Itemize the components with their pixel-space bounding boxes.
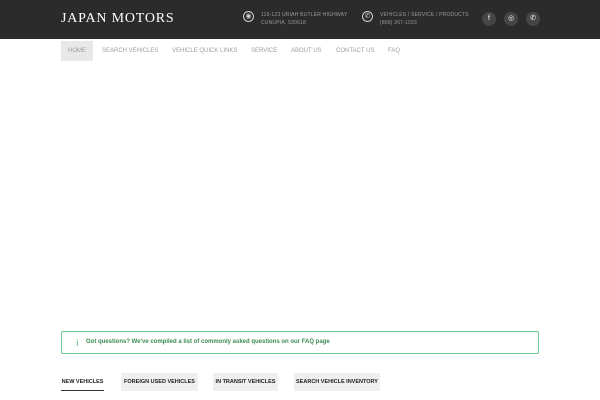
header-bar: JAPAN MOTORS ◉ 115-123 URIAH BUTLER HIGH… xyxy=(0,0,600,39)
location-pin-icon: ◉ xyxy=(243,11,254,22)
site-logo[interactable]: JAPAN MOTORS xyxy=(61,11,174,27)
faq-notice-text[interactable]: Got questions? We've compiled a list of … xyxy=(86,339,330,345)
nav-item-about-us[interactable]: ABOUT US xyxy=(291,41,322,61)
address-line-2: CUNUPIA, 530618 xyxy=(261,20,306,26)
facebook-icon[interactable]: f xyxy=(482,12,496,26)
faq-notice: ⅰ Got questions? We've compiled a list o… xyxy=(61,331,539,354)
phone-line-1: VEHICLES / SERVICE / PRODUCTS xyxy=(380,12,469,18)
instagram-icon[interactable]: ◎ xyxy=(504,12,518,26)
whatsapp-icon[interactable]: ✆ xyxy=(526,12,540,26)
nav-item-contact-us[interactable]: CONTACT US xyxy=(336,41,374,61)
tab-in-transit-vehicles[interactable]: IN TRANSIT VEHICLES xyxy=(213,373,278,391)
nav-item-vehicle-quick-links[interactable]: VEHICLE QUICK LINKS xyxy=(172,41,237,61)
phone-icon: ✆ xyxy=(362,11,373,22)
tab-search-vehicle-inventory[interactable]: SEARCH VEHICLE INVENTORY xyxy=(294,373,380,391)
tab-new-vehicles[interactable]: NEW VEHICLES xyxy=(61,373,104,391)
nav-item-service[interactable]: SERVICE xyxy=(251,41,277,61)
nav-item-home[interactable]: HOME xyxy=(61,41,93,61)
tab-foreign-used-vehicles[interactable]: FOREIGN USED VEHICLES xyxy=(121,373,198,391)
nav-item-faq[interactable]: FAQ xyxy=(388,41,400,61)
info-icon: ⅰ xyxy=(76,338,79,348)
phone-number[interactable]: (868) 267-1033 xyxy=(380,20,417,26)
address-line-1: 115-123 URIAH BUTLER HIGHWAY xyxy=(261,12,348,18)
nav-item-search-vehicles[interactable]: SEARCH VEHICLES xyxy=(102,41,158,61)
